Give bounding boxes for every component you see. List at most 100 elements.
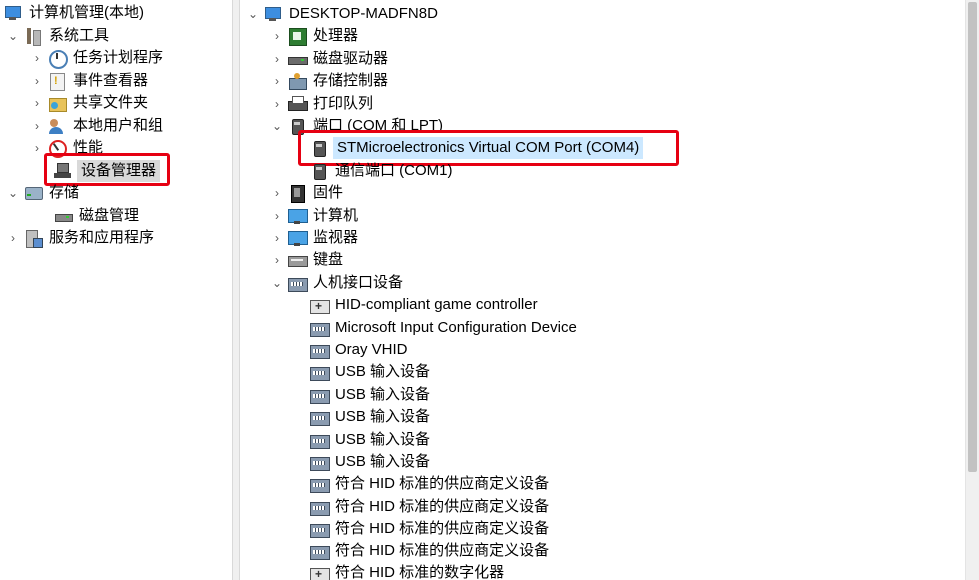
device-category-storage-controllers[interactable]: › 存储控制器	[270, 70, 390, 92]
console-tree-pane: 计算机管理(本地) ⌄ 系统工具 › 任务计划程序 › 事件查看器 › 共享文件…	[0, 0, 232, 580]
chevron-down-icon[interactable]: ⌄	[270, 115, 284, 137]
device-item-hid[interactable]: 符合 HID 标准的供应商定义设备	[310, 473, 551, 495]
vertical-scrollbar[interactable]	[965, 0, 979, 580]
device-category-disk-drives[interactable]: › 磁盘驱动器	[270, 48, 390, 70]
device-label: USB 输入设备	[335, 431, 431, 448]
device-category-firmware[interactable]: › 固件	[270, 182, 345, 204]
chevron-down-icon[interactable]: ⌄	[6, 182, 20, 204]
device-label: USB 输入设备	[335, 408, 431, 425]
tree-item-label: 任务计划程序	[73, 49, 164, 66]
device-item-hid[interactable]: 符合 HID 标准的供应商定义设备	[310, 496, 551, 518]
device-item-hid[interactable]: Oray VHID	[310, 339, 410, 361]
device-item-hid[interactable]: 符合 HID 标准的供应商定义设备	[310, 540, 551, 562]
chevron-right-icon[interactable]: ›	[270, 25, 284, 47]
category-label: 端口 (COM 和 LPT)	[313, 117, 443, 134]
device-category-processors[interactable]: › 处理器	[270, 25, 360, 47]
device-item-hid[interactable]: 符合 HID 标准的数字化器	[310, 562, 506, 580]
device-item-hid[interactable]: USB 输入设备	[310, 384, 432, 406]
device-category-computer[interactable]: › 计算机	[270, 205, 360, 227]
category-label: 监视器	[313, 229, 359, 246]
device-item-hid[interactable]: HID-compliant game controller	[310, 294, 540, 316]
chevron-right-icon[interactable]: ›	[30, 137, 44, 159]
device-category-ports[interactable]: ⌄ 端口 (COM 和 LPT)	[270, 115, 445, 137]
tree-item-label: 性能	[73, 139, 104, 156]
device-item-hid[interactable]: USB 输入设备	[310, 361, 432, 383]
scrollbar-thumb[interactable]	[968, 2, 977, 472]
firmware-icon	[288, 184, 306, 203]
device-category-hid[interactable]: ⌄ 人机接口设备	[270, 272, 405, 294]
hid-device-icon	[310, 431, 330, 449]
tree-item-performance[interactable]: › 性能	[30, 137, 105, 159]
computer-name: DESKTOP-MADFN8D	[289, 5, 438, 22]
tree-item-services-apps[interactable]: › 服务和应用程序	[6, 227, 156, 249]
device-manager-icon	[54, 162, 72, 180]
tree-item-label: 系统工具	[49, 27, 110, 44]
digitizer-icon	[310, 564, 330, 580]
device-category-keyboards[interactable]: › 键盘	[270, 249, 345, 271]
device-item-hid[interactable]: USB 输入设备	[310, 429, 432, 451]
pane-splitter[interactable]	[232, 0, 240, 580]
monitor-icon	[288, 229, 308, 247]
hid-device-icon	[310, 475, 330, 493]
chevron-right-icon[interactable]: ›	[270, 249, 284, 271]
chevron-down-icon[interactable]: ⌄	[270, 272, 284, 294]
device-label: USB 输入设备	[335, 363, 431, 380]
tree-item-storage[interactable]: ⌄ 存储	[6, 182, 81, 204]
keyboard-icon	[288, 251, 308, 269]
device-item-hid[interactable]: USB 输入设备	[310, 451, 432, 473]
chevron-right-icon[interactable]: ›	[270, 48, 284, 70]
chevron-right-icon[interactable]: ›	[6, 227, 20, 249]
tree-item-system-tools[interactable]: ⌄ 系统工具	[6, 25, 111, 47]
device-item-hid[interactable]: Microsoft Input Configuration Device	[310, 317, 579, 339]
chevron-right-icon[interactable]: ›	[30, 92, 44, 114]
device-item-stm-com-port[interactable]: STMicroelectronics Virtual COM Port (COM…	[310, 137, 644, 159]
device-item-comm-port[interactable]: 通信端口 (COM1)	[310, 160, 455, 182]
device-category-monitors[interactable]: › 监视器	[270, 227, 360, 249]
device-label: 通信端口 (COM1)	[335, 162, 453, 179]
services-icon	[24, 229, 43, 248]
tree-item-device-manager[interactable]: 设备管理器	[48, 160, 161, 182]
device-label: 符合 HID 标准的供应商定义设备	[335, 475, 550, 492]
device-item-hid[interactable]: 符合 HID 标准的供应商定义设备	[310, 518, 551, 540]
performance-icon	[48, 139, 67, 158]
chevron-down-icon[interactable]: ⌄	[6, 25, 20, 47]
device-tree-root[interactable]: ⌄ DESKTOP-MADFN8D	[246, 3, 440, 25]
device-label: 符合 HID 标准的供应商定义设备	[335, 542, 550, 559]
chevron-right-icon[interactable]: ›	[270, 205, 284, 227]
event-log-icon	[48, 72, 66, 91]
tree-item-label: 本地用户和组	[73, 117, 164, 134]
hid-device-icon	[310, 319, 330, 337]
device-tree-pane: ⌄ DESKTOP-MADFN8D › 处理器 › 磁盘驱动器 › 存储控制器 …	[240, 0, 965, 580]
tree-item-label: 设备管理器	[77, 160, 161, 182]
chevron-right-icon[interactable]: ›	[270, 93, 284, 115]
chevron-right-icon[interactable]: ›	[30, 70, 44, 92]
chevron-right-icon[interactable]: ›	[270, 182, 284, 204]
device-category-print-queues[interactable]: › 打印队列	[270, 93, 375, 115]
hid-device-icon	[310, 498, 330, 516]
category-label: 固件	[313, 184, 344, 201]
tree-item-computer-management[interactable]: 计算机管理(本地)	[4, 2, 146, 24]
device-item-hid[interactable]: USB 输入设备	[310, 406, 432, 428]
hid-device-icon	[310, 408, 330, 426]
port-icon	[310, 139, 328, 157]
game-controller-icon	[310, 296, 330, 314]
disk-icon	[54, 207, 73, 225]
chevron-right-icon[interactable]: ›	[30, 115, 44, 137]
computer-icon	[288, 207, 308, 225]
chevron-down-icon[interactable]: ⌄	[246, 3, 260, 25]
tree-item-event-viewer[interactable]: › 事件查看器	[30, 70, 150, 92]
tree-item-disk-management[interactable]: 磁盘管理	[48, 205, 141, 227]
tree-item-local-users[interactable]: › 本地用户和组	[30, 115, 165, 137]
tree-item-shared-folders[interactable]: › 共享文件夹	[30, 92, 150, 114]
chevron-right-icon[interactable]: ›	[270, 70, 284, 92]
device-label: Oray VHID	[335, 341, 408, 358]
category-label: 键盘	[313, 251, 344, 268]
port-icon	[288, 117, 306, 135]
device-label: 符合 HID 标准的数字化器	[335, 564, 505, 580]
chevron-right-icon[interactable]: ›	[270, 227, 284, 249]
hid-device-icon	[310, 453, 330, 471]
chevron-right-icon[interactable]: ›	[30, 47, 44, 69]
tree-item-task-scheduler[interactable]: › 任务计划程序	[30, 47, 165, 69]
device-label: 符合 HID 标准的供应商定义设备	[335, 498, 550, 515]
port-icon	[310, 162, 328, 180]
